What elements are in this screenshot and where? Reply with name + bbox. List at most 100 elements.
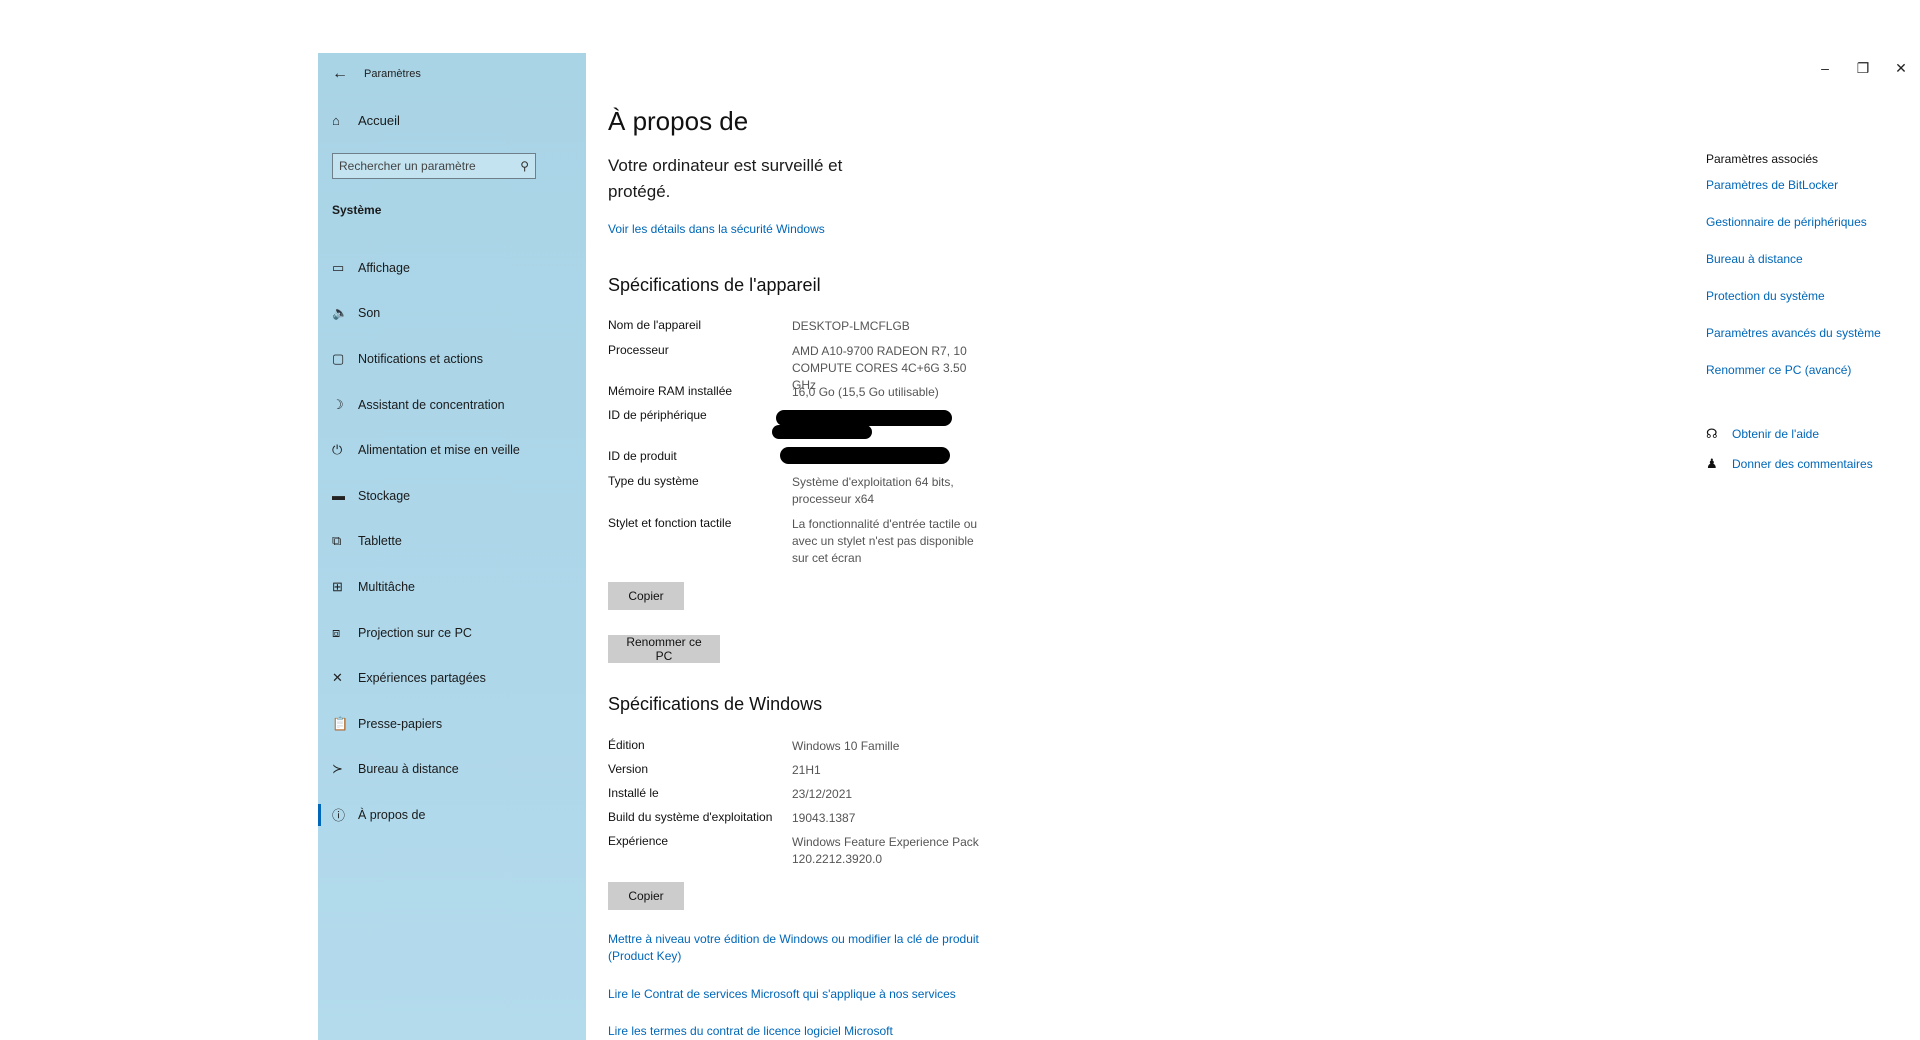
device-specs-heading: Spécifications de l'appareil	[608, 275, 821, 295]
spec-key: Type du système	[608, 474, 699, 488]
spec-key: ID de périphérique	[608, 408, 707, 422]
speaker-icon: 🔈	[332, 305, 349, 321]
sidebar-item-presse-papiers[interactable]: 📋 Presse-papiers	[318, 701, 586, 747]
give-feedback-link[interactable]: ♟ Donner des commentaires	[1706, 456, 1873, 472]
storage-icon: ▬	[332, 488, 345, 504]
services-agreement-link[interactable]: Lire le Contrat de services Microsoft qu…	[608, 987, 956, 1001]
sidebar-item-label: Tablette	[358, 534, 402, 549]
sidebar-item-bureau-distance[interactable]: ≻ Bureau à distance	[318, 747, 586, 793]
bitlocker-settings-link[interactable]: Paramètres de BitLocker	[1706, 178, 1838, 192]
license-terms-link[interactable]: Lire les termes du contrat de licence lo…	[608, 1024, 893, 1038]
sidebar-item-multitache[interactable]: ⊞ Multitâche	[318, 564, 586, 610]
spec-row: Type du système Système d'exploitation 64…	[608, 474, 1058, 516]
spec-row: Nom de l'appareil DESKTOP-LMCFLGB	[608, 318, 1058, 343]
spec-row: Édition Windows 10 Famille	[608, 738, 1058, 762]
help-icon: ☊	[1706, 426, 1718, 441]
spec-value: DESKTOP-LMCFLGB	[792, 319, 910, 333]
rename-pc-advanced-link[interactable]: Renommer ce PC (avancé)	[1706, 363, 1851, 377]
clipboard-icon: 📋	[332, 715, 349, 731]
redaction-mark	[780, 447, 950, 464]
close-icon[interactable]: ✕	[1882, 56, 1920, 80]
spec-row: Mémoire RAM installée 16,0 Go (15,5 Go ut…	[608, 384, 1058, 408]
back-arrow-icon[interactable]: ←	[332, 65, 354, 83]
spec-key: Expérience	[608, 834, 669, 848]
spec-value: Windows 10 Famille	[792, 739, 900, 753]
page-title: À propos de	[608, 106, 749, 136]
moon-icon: ☽	[332, 396, 344, 412]
spec-key: Installé le	[608, 786, 659, 800]
give-feedback-label: Donner des commentaires	[1732, 457, 1873, 471]
windows-specs-table: Édition Windows 10 Famille Version 21H1 In…	[608, 738, 1058, 876]
system-protection-link[interactable]: Protection du système	[1706, 289, 1825, 303]
security-details-link[interactable]: Voir les détails dans la sécurité Window…	[608, 222, 825, 236]
sidebar-item-label: Assistant de concentration	[358, 397, 505, 412]
spec-value: 23/12/2021	[792, 787, 853, 801]
spec-key: Processeur	[608, 343, 669, 357]
power-icon: ⏻	[332, 442, 343, 458]
tablet-icon: ⧉	[332, 533, 342, 549]
search-box[interactable]: ⚲	[332, 153, 536, 179]
spec-key: ID de produit	[608, 449, 677, 463]
sidebar-nav: ▭ Affichage 🔈 Son ▢ Notifications et action…	[318, 245, 586, 838]
sidebar-item-label: Presse-papiers	[358, 716, 443, 731]
get-help-link[interactable]: ☊ Obtenir de l'aide	[1706, 426, 1819, 442]
upgrade-edition-link[interactable]: Mettre à niveau votre édition de Windows…	[608, 931, 988, 965]
sidebar: ← Paramètres ⌂ Accueil ⚲ Système ▭ Affich…	[318, 53, 586, 1040]
sidebar-item-stockage[interactable]: ▬ Stockage	[318, 473, 586, 519]
spec-value: 21H1	[792, 763, 821, 777]
spec-key: Version	[608, 762, 649, 776]
sidebar-item-label: Projection sur ce PC	[358, 625, 472, 640]
sidebar-section-title: Système	[332, 203, 382, 217]
sidebar-item-experiences[interactable]: ✕ Expériences partagées	[318, 655, 586, 701]
spec-row: Processeur AMD A10-9700 RADEON R7, 10 COM…	[608, 343, 1058, 392]
advanced-system-settings-link[interactable]: Paramètres avancés du système	[1706, 326, 1881, 340]
multitask-icon: ⊞	[332, 578, 343, 594]
search-icon[interactable]: ⚲	[520, 159, 529, 173]
search-input[interactable]	[339, 159, 521, 173]
redaction-mark	[772, 425, 872, 439]
sidebar-item-concentration[interactable]: ☽ Assistant de concentration	[318, 382, 586, 428]
windows-specs-heading: Spécifications de Windows	[608, 694, 823, 714]
spec-row: Stylet et fonction tactile La fonctionnal…	[608, 516, 1058, 572]
sidebar-item-label: Son	[358, 306, 381, 321]
sidebar-item-alimentation[interactable]: ⏻ Alimentation et mise en veille	[318, 427, 586, 473]
spec-value: La fonctionnalité d'entrée tactile ou av…	[792, 517, 978, 565]
device-specs-table: Nom de l'appareil DESKTOP-LMCFLGB Process…	[608, 318, 1058, 572]
info-icon: ⓘ	[332, 808, 346, 824]
copy-device-specs-button[interactable]: Copier	[608, 582, 684, 610]
device-manager-link[interactable]: Gestionnaire de périphériques	[1706, 215, 1867, 229]
sidebar-item-label: Expériences partagées	[358, 671, 486, 686]
copy-windows-specs-button[interactable]: Copier	[608, 882, 684, 910]
main-content: À propos de Votre ordinateur est surveil…	[608, 0, 1658, 1040]
window-controls: – ❐ ✕	[1806, 56, 1920, 80]
spec-value: AMD A10-9700 RADEON R7, 10 COMPUTE CORES…	[792, 344, 967, 392]
spec-value: Système d'exploitation 64 bits, processe…	[792, 475, 954, 506]
sidebar-item-label: Multitâche	[358, 579, 415, 594]
rename-pc-button[interactable]: Renommer ce PC	[608, 635, 720, 663]
sidebar-item-home[interactable]: ⌂ Accueil	[332, 113, 400, 128]
monitor-icon: ▭	[332, 259, 345, 275]
app-title: Paramètres	[364, 68, 421, 80]
sidebar-item-tablette[interactable]: ⧉ Tablette	[318, 519, 586, 565]
sidebar-item-projection[interactable]: ⧈ Projection sur ce PC	[318, 610, 586, 656]
spec-row: Expérience Windows Feature Experience Pac…	[608, 834, 1058, 876]
shared-icon: ✕	[332, 670, 343, 686]
sidebar-header: ← Paramètres	[332, 63, 421, 85]
related-settings-title: Paramètres associés	[1706, 152, 1819, 166]
minimize-icon[interactable]: –	[1806, 56, 1844, 80]
remote-desktop-link[interactable]: Bureau à distance	[1706, 252, 1803, 266]
sidebar-item-notifications[interactable]: ▢ Notifications et actions	[318, 336, 586, 382]
remote-desktop-icon: ≻	[332, 761, 343, 777]
spec-key: Stylet et fonction tactile	[608, 516, 732, 530]
spec-key: Nom de l'appareil	[608, 318, 702, 332]
sidebar-item-label: Alimentation et mise en veille	[358, 443, 520, 458]
sidebar-item-affichage[interactable]: ▭ Affichage	[318, 245, 586, 291]
sidebar-item-son[interactable]: 🔈 Son	[318, 291, 586, 337]
spec-row: Version 21H1	[608, 762, 1058, 786]
restore-icon[interactable]: ❐	[1844, 56, 1882, 80]
spec-value: 19043.1387	[792, 811, 856, 825]
redaction-mark	[776, 410, 952, 426]
sidebar-item-a-propos[interactable]: ⓘ À propos de	[318, 792, 586, 838]
feedback-icon: ♟	[1706, 456, 1718, 471]
sidebar-item-label: Notifications et actions	[358, 351, 484, 366]
